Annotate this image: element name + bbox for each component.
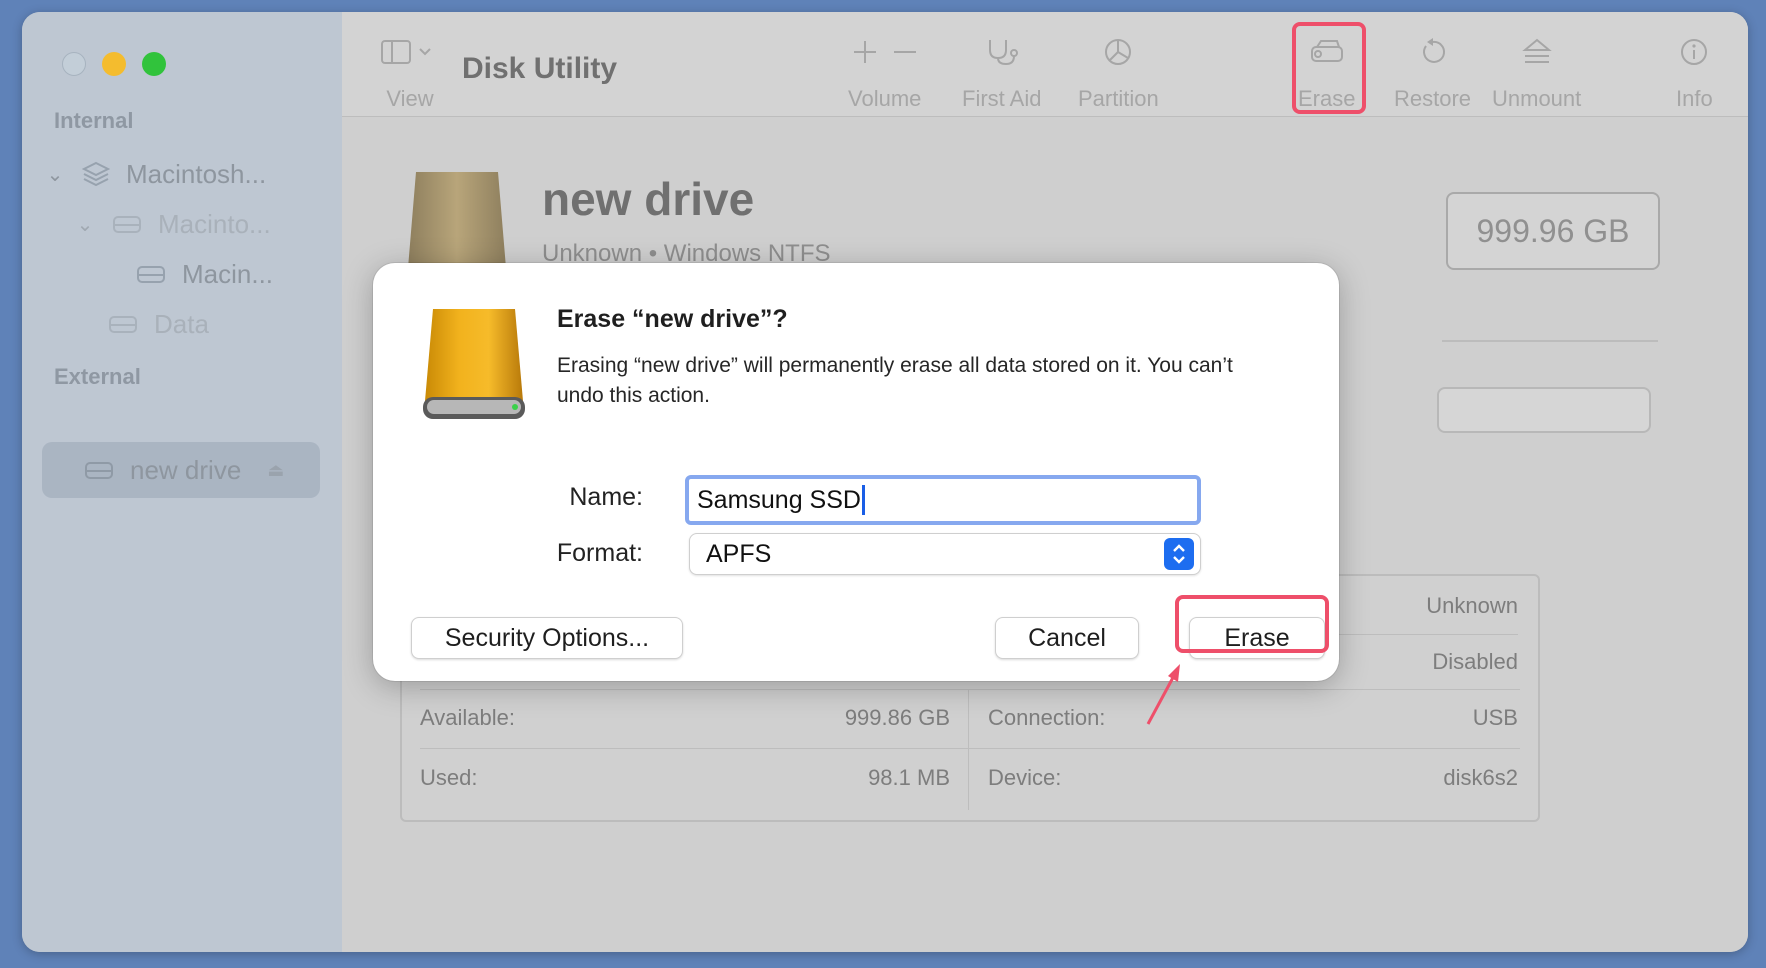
info-row: Used: 98.1 MB	[420, 748, 950, 808]
format-select[interactable]: APFS	[689, 533, 1201, 575]
disk-icon	[136, 263, 166, 285]
usage-bar	[1437, 387, 1651, 433]
sidebar-section-internal: Internal	[54, 108, 134, 133]
info-value: USB	[1472, 705, 1518, 730]
divider	[1442, 340, 1658, 342]
up-down-chevron-icon[interactable]	[1164, 538, 1194, 570]
format-select-value: APFS	[706, 539, 772, 568]
zoom-button[interactable]	[142, 52, 166, 76]
info-button[interactable]: Info	[1676, 32, 1713, 112]
restore-icon	[1422, 38, 1445, 63]
first-aid-button[interactable]: First Aid	[962, 32, 1041, 112]
info-label: Used:	[420, 765, 478, 790]
toolbar: View Disk Utility Volume First Aid Parti…	[342, 12, 1748, 117]
chevron-down-icon[interactable]: ⌄	[42, 162, 68, 187]
erase-button-highlight	[1175, 595, 1329, 653]
stethoscope-icon	[988, 40, 1018, 66]
sidebar-item-new-drive[interactable]: new drive ⏏	[42, 442, 320, 498]
sidebar-item-label: Macintosh...	[126, 158, 267, 189]
name-input-value: Samsung SSD	[697, 485, 861, 514]
drive-title: new drive	[542, 173, 755, 225]
info-row: Device: disk6s2	[988, 748, 1518, 808]
sidebar-item-label: Data	[154, 308, 209, 339]
drive-icon	[402, 168, 512, 273]
close-button[interactable]	[62, 52, 86, 76]
restore-button[interactable]: Restore	[1394, 32, 1471, 112]
info-label: Info	[1676, 86, 1713, 111]
info-label: Device:	[988, 765, 1062, 790]
chevron-down-icon[interactable]: ⌄	[72, 212, 98, 237]
partition-button[interactable]: Partition	[1078, 32, 1159, 112]
text-caret	[861, 485, 865, 515]
column-divider	[968, 690, 969, 810]
pie-chart-icon	[1105, 39, 1132, 65]
sidebar-item-label: Macinto...	[158, 208, 271, 239]
cancel-button[interactable]: Cancel	[995, 617, 1139, 659]
eject-icon[interactable]: ⏏	[267, 460, 284, 481]
unmount-label: Unmount	[1492, 86, 1582, 111]
restore-label: Restore	[1394, 86, 1472, 111]
sidebar-section-external: External	[54, 364, 141, 389]
external-disk-icon	[84, 459, 114, 481]
external-drive-icon	[415, 305, 533, 430]
sidebar: Internal ⌄ Macintosh... ⌄ Macinto... Mac…	[22, 12, 343, 952]
app-title: Disk Utility	[462, 52, 618, 85]
format-label: Format:	[556, 539, 643, 567]
info-icon	[1681, 39, 1708, 65]
first-aid-label: First Aid	[962, 86, 1042, 111]
info-label: Connection:	[988, 705, 1106, 730]
info-row: Connection: USB	[988, 688, 1518, 748]
volume-button[interactable]: Volume	[848, 32, 921, 112]
info-label: Available:	[420, 705, 515, 730]
volume-label: Volume	[848, 86, 922, 111]
sidebar-item-macintosh-container[interactable]: ⌄ Macintosh...	[42, 148, 267, 200]
unmount-icon	[1521, 38, 1552, 63]
info-value: disk6s2	[1443, 765, 1518, 790]
disk-icon	[108, 313, 138, 335]
view-label: View	[386, 86, 434, 111]
sidebar-item-macinto-volume[interactable]: ⌄ Macinto...	[72, 198, 271, 250]
security-options-button[interactable]: Security Options...	[411, 617, 683, 659]
capacity-badge: 999.96 GB	[1446, 192, 1660, 270]
sidebar-item-label: new drive	[130, 454, 242, 485]
name-input[interactable]: Samsung SSD	[685, 475, 1201, 525]
pointer-arrow-icon	[1140, 660, 1190, 735]
sidebar-toggle-icon	[381, 40, 431, 64]
unmount-button[interactable]: Unmount	[1492, 32, 1581, 112]
name-label: Name:	[569, 483, 643, 511]
minimize-button[interactable]	[102, 52, 126, 76]
info-value: Disabled	[1432, 649, 1518, 674]
info-value: Unknown	[1426, 593, 1518, 618]
info-value: 98.1 MB	[868, 765, 950, 790]
dialog-message: Erasing “new drive” will permanently era…	[557, 354, 1233, 407]
dialog-title: Erase “new drive”?	[557, 305, 788, 333]
disk-icon	[112, 213, 142, 235]
erase-toolbar-highlight	[1292, 22, 1366, 114]
sidebar-item-data[interactable]: Data	[108, 298, 209, 350]
layers-icon	[82, 160, 110, 188]
sidebar-item-macin-snapshot[interactable]: Macin...	[136, 248, 273, 300]
info-row: Available: 999.86 GB	[420, 688, 950, 748]
info-value: 999.86 GB	[844, 705, 950, 730]
view-button[interactable]: View	[380, 32, 440, 112]
sidebar-item-label: Macin...	[182, 258, 274, 289]
plus-minus-icon	[853, 41, 916, 63]
partition-label: Partition	[1078, 86, 1159, 111]
